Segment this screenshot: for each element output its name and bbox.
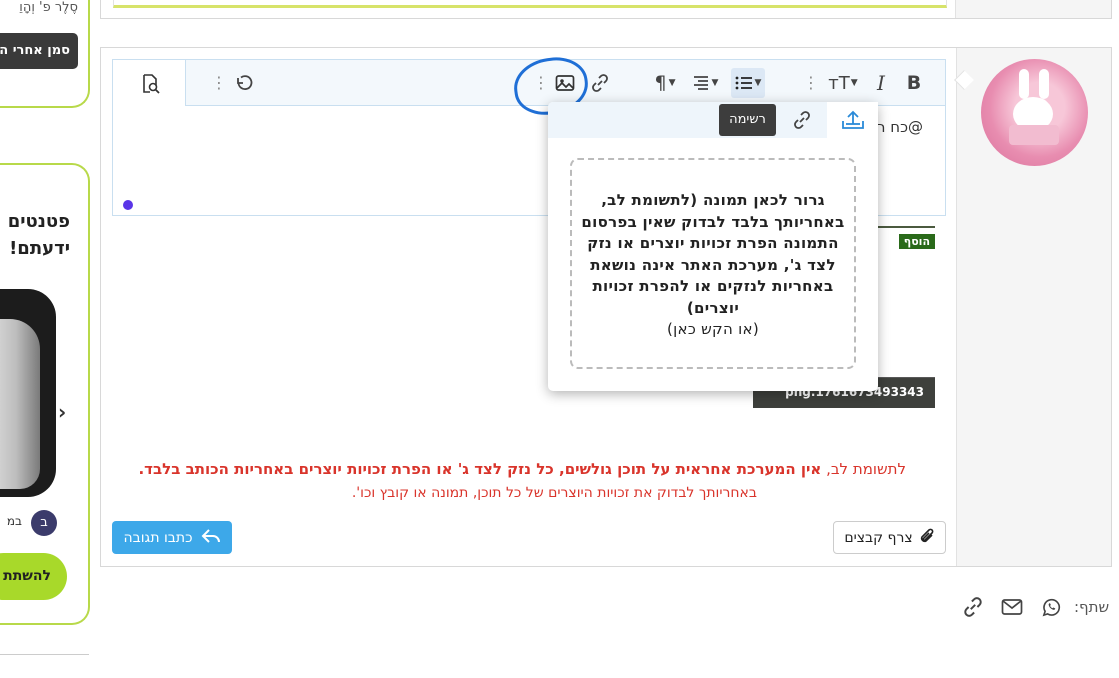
align-icon — [693, 76, 708, 90]
attach-files-label: צרף קבצים — [844, 529, 913, 546]
promo-author-avatar: ב — [31, 510, 57, 536]
italic-button[interactable]: I — [870, 68, 892, 98]
dropzone-text: גרור לכאן תמונה (לתשומת לב, באחריותך בלב… — [581, 191, 845, 317]
previous-post — [100, 0, 1112, 19]
toolbar-separator: ⋮ — [803, 73, 819, 92]
chevron-down-icon: ▼ — [754, 78, 762, 88]
tooltip: רשימה — [719, 104, 776, 136]
tab-upload[interactable] — [827, 102, 878, 138]
dropzone-click-text: (או הקש כאן) — [666, 320, 760, 338]
preview-tab[interactable] — [113, 60, 186, 106]
bold-button[interactable]: B — [903, 68, 925, 98]
join-button[interactable]: להשתת — [0, 553, 67, 600]
align-button[interactable]: ▼ — [689, 68, 721, 98]
promo-title-text: פטנטים ידעתם! — [7, 211, 70, 259]
toolbar-separator: ⋮ — [211, 73, 227, 92]
image-dropzone[interactable]: גרור לכאן תמונה (לתשומת לב, באחריותך בלב… — [570, 158, 856, 369]
editor-content[interactable]: @כח ר — [877, 118, 923, 136]
paragraph-format-button[interactable]: ¶ ▼ — [649, 68, 681, 98]
whatsapp-icon[interactable] — [1039, 595, 1063, 619]
preview-icon — [143, 74, 160, 94]
attach-files-button[interactable]: צרף קבצים — [833, 521, 946, 554]
promo-title: פטנטים ידעתם! — [0, 208, 70, 262]
popup-tabs — [548, 102, 878, 138]
link-icon[interactable] — [588, 68, 612, 98]
list-button[interactable]: ▼ — [731, 68, 765, 98]
chevron-down-icon: ▼ — [711, 78, 719, 88]
font-size-button[interactable]: тT ▼ — [825, 68, 861, 98]
paragraph-icon: ¶ — [654, 72, 667, 94]
chevron-down-icon: ▼ — [668, 78, 676, 88]
disclaimer-prefix: לתשומת לב, — [821, 460, 906, 478]
promo-author-text: במ — [6, 514, 22, 528]
sidebar-divider — [0, 654, 89, 655]
sidebar-top-text: סֶלֶר פ' וְהָוֵ — [19, 0, 78, 15]
disclaimer: לתשומת לב, אין המערכת אחראית על תוכן גול… — [100, 457, 906, 505]
tab-url[interactable] — [776, 102, 827, 138]
reply-icon — [201, 527, 221, 549]
list-icon — [735, 76, 752, 90]
mail-icon[interactable] — [1000, 595, 1024, 619]
chevron-down-icon: ▼ — [850, 78, 858, 88]
font-size-icon: тT — [828, 72, 850, 94]
disclaimer-bold: אין המערכת אחראית על תוכן גולשים, כל נזק… — [138, 460, 822, 478]
cursor-indicator — [123, 200, 133, 210]
paperclip-icon — [919, 527, 935, 549]
thumbnail-label: הוסף — [898, 234, 935, 249]
reply-button[interactable]: כתבו תגובה — [112, 521, 232, 554]
mark-button[interactable]: סמן אחרי ה — [0, 33, 78, 69]
avatar[interactable] — [981, 59, 1088, 166]
share-label: שתף: — [1074, 598, 1110, 616]
link-icon[interactable] — [961, 595, 985, 619]
upload-icon — [841, 110, 864, 129]
carousel-next-icon[interactable]: › — [58, 400, 66, 424]
promo-image[interactable] — [0, 289, 56, 497]
link-icon — [793, 111, 810, 129]
image-insert-popup: גרור לכאן תמונה (לתשומת לב, באחריותך בלב… — [548, 102, 878, 391]
undo-icon[interactable] — [232, 68, 256, 98]
reply-label: כתבו תגובה — [123, 529, 193, 546]
disclaimer-line2: באחריותך לבדוק את זכויות היוצרים של כל ת… — [351, 485, 757, 501]
